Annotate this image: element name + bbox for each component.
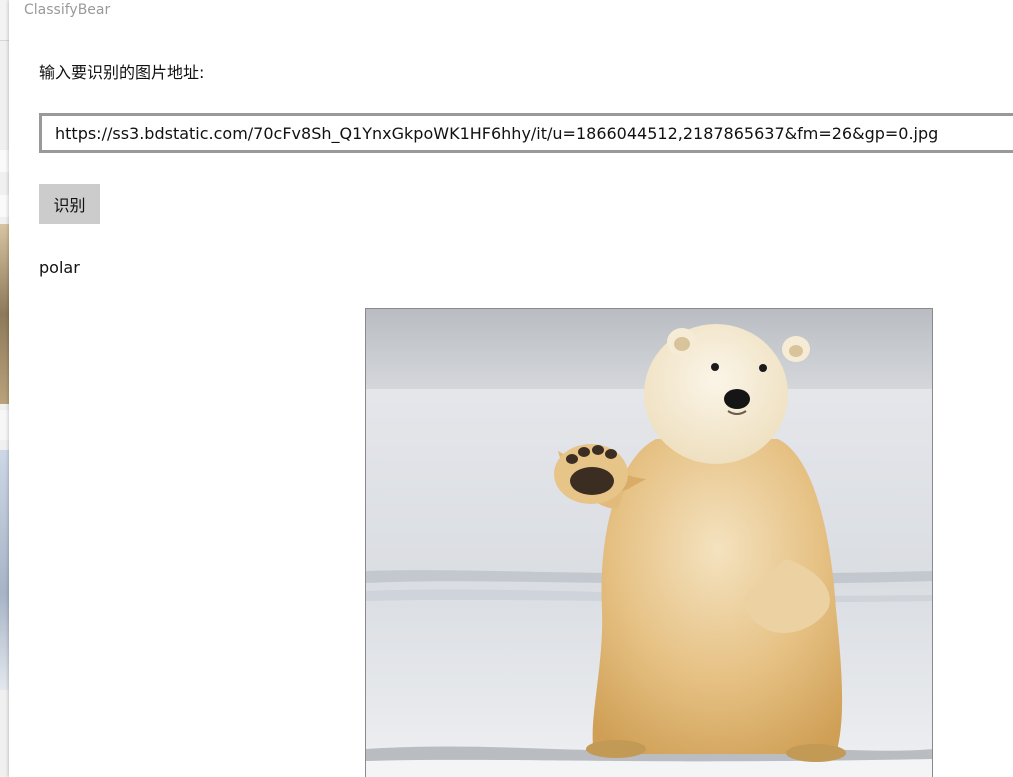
background-window-edge (0, 0, 9, 777)
polar-bear-image (365, 308, 933, 777)
url-prompt-label: 输入要识别的图片地址: (39, 63, 205, 82)
window-title: ClassifyBear (24, 2, 111, 18)
classification-result: polar (39, 258, 80, 277)
screen: ClassifyBear 输入要识别的图片地址: 识别 polar (0, 0, 1013, 777)
recognize-button[interactable]: 识别 (39, 184, 100, 224)
image-url-input[interactable] (39, 113, 1013, 153)
app-window: ClassifyBear 输入要识别的图片地址: 识别 polar (9, 0, 1013, 777)
